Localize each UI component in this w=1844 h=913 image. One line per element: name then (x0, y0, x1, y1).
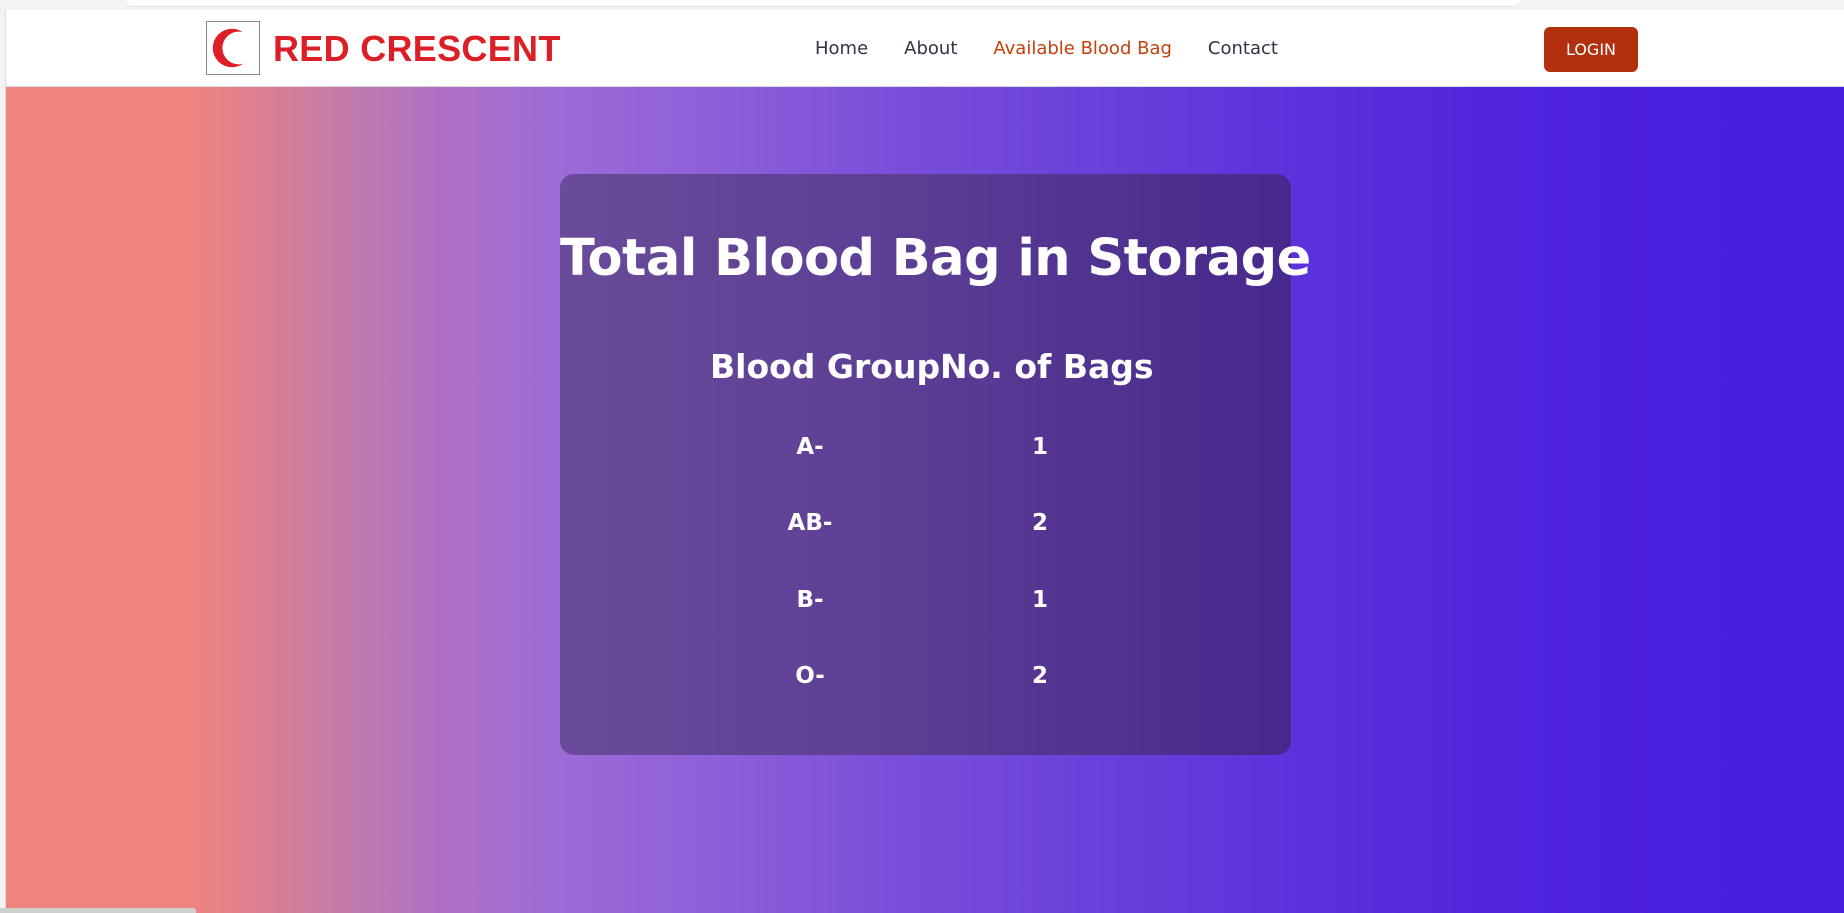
bags-count-cell: 2 (1031, 663, 1048, 689)
table-row: B- 1 (560, 585, 1291, 615)
bags-count-header: No. of Bags (940, 347, 1154, 386)
table-row: A- 1 (560, 432, 1291, 462)
horizontal-scrollbar[interactable] (0, 908, 196, 913)
blood-group-cell: B- (796, 587, 824, 613)
brand-name[interactable]: RED CRESCENT (273, 29, 561, 69)
login-button[interactable]: LOGIN (1544, 27, 1638, 72)
bags-count-cell: 1 (1031, 434, 1048, 460)
blood-group-cell: O- (795, 663, 825, 689)
nav-available-blood-bag-link[interactable]: Available Blood Bag (993, 37, 1172, 61)
storage-card: Total Blood Bag in Storage Blood Group N… (560, 174, 1311, 755)
bags-count-cell: 2 (1031, 510, 1048, 536)
table-row: AB- 2 (560, 508, 1291, 538)
blood-group-cell: A- (796, 434, 824, 460)
table-row: O- 2 (560, 661, 1291, 691)
nav-contact-link[interactable]: Contact (1208, 37, 1278, 61)
logo[interactable] (206, 21, 260, 75)
blood-group-header: Blood Group (710, 347, 941, 386)
page: RED CRESCENT Home About Available Blood … (5, 10, 1844, 913)
nav-home-link[interactable]: Home (815, 37, 868, 61)
hero-section: Total Blood Bag in Storage Blood Group N… (6, 87, 1844, 913)
crescent-icon (212, 28, 252, 68)
storage-title: Total Blood Bag in Storage (560, 229, 1311, 288)
bags-count-cell: 1 (1031, 587, 1048, 613)
browser-tab-edge (126, 0, 1520, 7)
main-nav: Home About Available Blood Bag Contact (815, 37, 1278, 61)
navbar: RED CRESCENT Home About Available Blood … (6, 10, 1844, 87)
blood-group-cell: AB- (787, 510, 833, 536)
browser-top-strip (0, 0, 1844, 10)
nav-about-link[interactable]: About (904, 37, 957, 61)
